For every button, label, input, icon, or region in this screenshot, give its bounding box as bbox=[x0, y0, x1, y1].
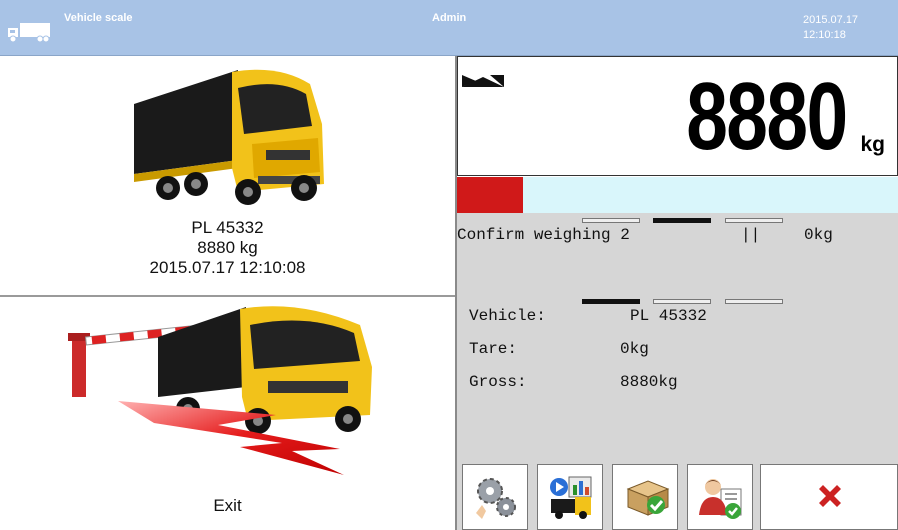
product-database-icon bbox=[626, 480, 670, 516]
date-time: 2015.07.17 12:10:18 bbox=[803, 13, 858, 43]
gross-label: Gross: bbox=[469, 373, 527, 391]
vehicle-label: Vehicle: bbox=[469, 307, 546, 325]
status-zero-weight: 0kg bbox=[804, 226, 833, 244]
cancel-button[interactable] bbox=[760, 464, 898, 530]
app-title: Vehicle scale bbox=[64, 12, 133, 24]
status-pipes: || bbox=[741, 226, 761, 244]
tare-label: Tare: bbox=[469, 340, 518, 358]
tare-value: 0kg bbox=[620, 340, 649, 358]
user-documents-icon bbox=[699, 479, 742, 519]
weight-display: 8880 kg bbox=[457, 56, 898, 176]
truck-image bbox=[134, 69, 324, 205]
vehicle-weight: 8880 kg bbox=[197, 238, 258, 257]
segment-indicator bbox=[725, 218, 783, 223]
title-bar: Vehicle scale Admin 2015.07.17 12:10:18 bbox=[0, 0, 898, 56]
segment-indicator bbox=[653, 218, 711, 223]
exit-panel[interactable]: Exit bbox=[0, 297, 455, 530]
segment-indicator bbox=[725, 299, 783, 304]
users-button[interactable] bbox=[687, 464, 753, 530]
load-bar bbox=[457, 177, 898, 213]
confirm-weighing-text: Confirm weighing 2 bbox=[457, 226, 630, 244]
vehicle-plate: PL 45332 bbox=[191, 218, 264, 237]
settings-button[interactable] bbox=[462, 464, 528, 530]
vehicles-button[interactable] bbox=[537, 464, 603, 530]
zero-indicator-icon bbox=[462, 75, 504, 87]
date: 2015.07.17 bbox=[803, 14, 859, 26]
vehicle-value: PL 45332 bbox=[630, 307, 707, 325]
exit-label: Exit bbox=[213, 496, 242, 515]
toolbar bbox=[457, 460, 898, 530]
products-button[interactable] bbox=[612, 464, 678, 530]
weighing-details: Confirm weighing 2 || 0kg Vehicle: PL 45… bbox=[457, 213, 898, 460]
exit-illustration bbox=[68, 306, 372, 475]
weight-unit: kg bbox=[860, 133, 885, 156]
settings-gears-icon bbox=[476, 478, 516, 519]
load-bar-fill bbox=[457, 177, 524, 213]
weight-value: 8880 bbox=[686, 63, 849, 170]
segment-indicator bbox=[653, 299, 711, 304]
user-name: Admin bbox=[432, 12, 467, 24]
truck-icon bbox=[8, 23, 50, 43]
segment-indicator bbox=[582, 218, 640, 223]
vehicle-card[interactable]: PL 45332 8880 kg 2015.07.17 12:10:08 bbox=[0, 56, 455, 296]
cancel-icon bbox=[819, 485, 841, 507]
vehicle-timestamp: 2015.07.17 12:10:08 bbox=[149, 258, 306, 277]
gross-value: 8880kg bbox=[620, 373, 678, 391]
segment-indicator bbox=[582, 299, 640, 304]
vehicle-database-icon bbox=[550, 476, 592, 519]
time: 12:10:18 bbox=[803, 29, 846, 41]
